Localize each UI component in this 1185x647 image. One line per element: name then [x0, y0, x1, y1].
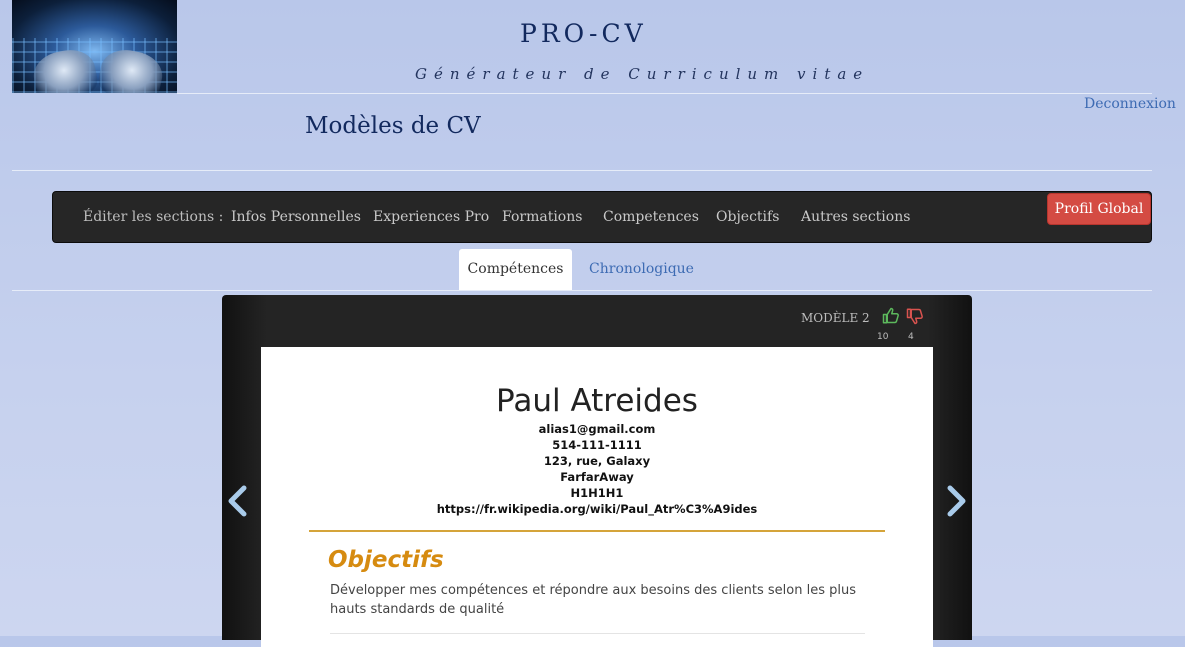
- section-navbar: Éditer les sections : Infos Personnelles…: [52, 191, 1152, 243]
- tabs-divider: [12, 290, 1152, 291]
- tab-chronologique[interactable]: Chronologique: [579, 249, 704, 290]
- navbar-label: Éditer les sections :: [83, 209, 224, 225]
- cv-preview-page: Paul Atreides alias1@gmail.com 514-111-1…: [261, 347, 933, 647]
- cv-name: Paul Atreides: [496, 383, 698, 419]
- tab-competences[interactable]: Compétences: [459, 249, 572, 290]
- title-divider: [12, 170, 1152, 171]
- page-title: Modèles de CV: [305, 113, 481, 139]
- cv-divider: [330, 633, 865, 634]
- profil-global-button[interactable]: Profil Global: [1047, 193, 1151, 225]
- chevron-left-icon[interactable]: [226, 485, 250, 517]
- thumbs-down-icon[interactable]: [906, 307, 924, 325]
- nav-item-infos-personnelles[interactable]: Infos Personnelles: [231, 209, 361, 225]
- chevron-right-icon[interactable]: [944, 485, 968, 517]
- cv-objectives-text: Développer mes compétences et répondre a…: [330, 583, 857, 617]
- cv-email: alias1@gmail.com: [538, 422, 656, 436]
- brand-title: PRO-CV: [520, 19, 647, 48]
- cv-section-rule: [309, 530, 885, 532]
- cv-contact-block: alias1@gmail.com 514-111-1111 123, rue, …: [261, 421, 933, 517]
- cv-website: https://fr.wikipedia.org/wiki/Paul_Atr%C…: [436, 502, 758, 516]
- cv-address: 123, rue, Galaxy: [543, 454, 651, 468]
- nav-item-objectifs[interactable]: Objectifs: [716, 209, 779, 225]
- nav-item-experiences-pro[interactable]: Experiences Pro: [373, 209, 489, 225]
- site-logo: [12, 0, 177, 93]
- thumbs-up-icon[interactable]: [882, 307, 900, 325]
- cv-template-viewer: MODÈLE 2 10 4 Paul Atreides alias1@gmail…: [222, 295, 972, 647]
- nav-item-formations[interactable]: Formations: [502, 209, 582, 225]
- model-label: MODÈLE 2: [801, 311, 870, 325]
- likes-count: 10: [877, 332, 889, 342]
- logout-link[interactable]: Deconnexion: [1084, 96, 1176, 112]
- brand-tagline: Générateur de Curriculum vitae: [415, 65, 870, 83]
- header-divider: [177, 93, 1152, 94]
- cv-postal: H1H1H1: [570, 486, 624, 500]
- cv-objectives-title: Objectifs: [328, 547, 444, 573]
- nav-item-competences[interactable]: Competences: [603, 209, 699, 225]
- cv-city: FarfarAway: [560, 470, 634, 484]
- cv-phone: 514-111-1111: [552, 438, 642, 452]
- dislikes-count: 4: [908, 332, 914, 342]
- nav-item-autres-sections[interactable]: Autres sections: [801, 209, 910, 225]
